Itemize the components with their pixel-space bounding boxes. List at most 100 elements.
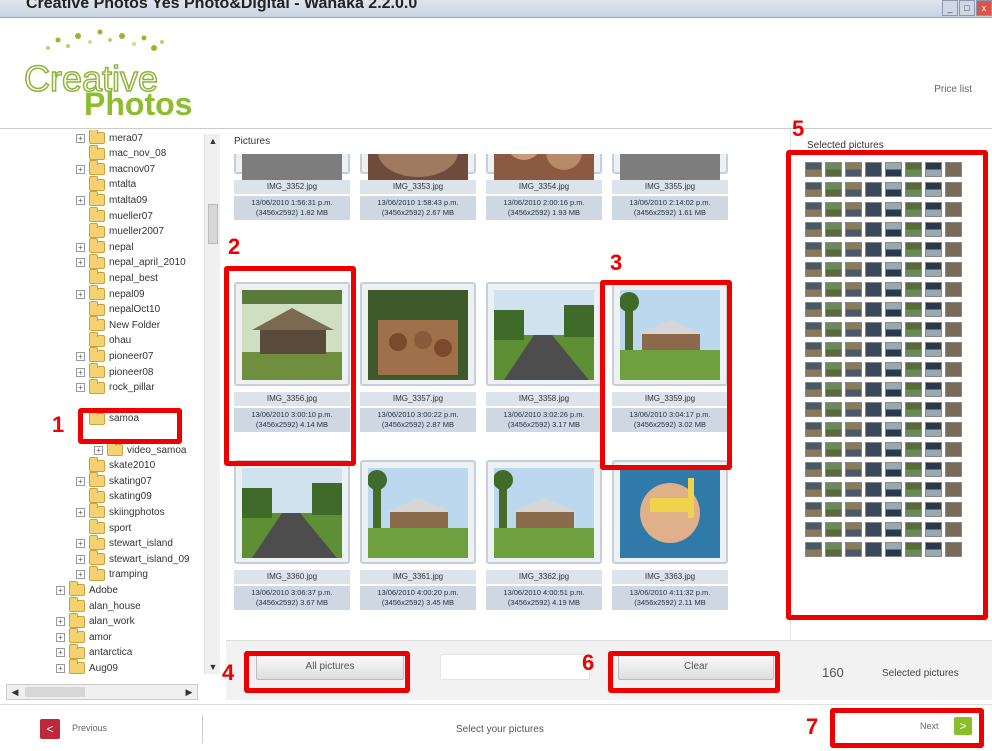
- plus-icon[interactable]: +: [76, 570, 85, 580]
- photo-frame[interactable]: [360, 154, 476, 192]
- price-list-link[interactable]: Price list: [934, 84, 972, 95]
- folder-icon: [89, 519, 105, 534]
- tree-item[interactable]: + mera07: [76, 130, 143, 146]
- tree-item[interactable]: + video_samoa: [94, 441, 187, 458]
- tree-item[interactable]: mueller07: [76, 207, 153, 224]
- tree-item[interactable]: mueller2007: [76, 222, 164, 240]
- tree-item[interactable]: + skating07: [76, 472, 152, 489]
- photo-thumbnail[interactable]: [620, 468, 720, 558]
- photo-thumbnail[interactable]: [242, 468, 342, 558]
- close-button[interactable]: x: [976, 0, 992, 16]
- photo-tile[interactable]: IMG_3357.jpg 13/06/2010 3:00:22 p.m. (3456…: [358, 272, 478, 442]
- photo-tile[interactable]: IMG_3362.jpg 13/06/2010 4:00:51 p.m. (3456…: [484, 450, 604, 620]
- folder-tree[interactable]: + mera07 mac_nov_08 + macnov07 mtalta + mtalta0…: [0, 130, 200, 678]
- tree-item[interactable]: + mtalta09: [76, 191, 147, 208]
- tree-vertical-scrollbar[interactable]: ▲ ▼: [204, 134, 220, 674]
- minimize-button[interactable]: _: [942, 0, 958, 16]
- photo-frame[interactable]: [360, 460, 476, 564]
- previous-button[interactable]: Previous: [72, 723, 107, 733]
- plus-icon[interactable]: +: [76, 289, 85, 299]
- tree-item[interactable]: + pioneer08: [76, 363, 154, 380]
- tree-item[interactable]: ohau: [76, 331, 131, 349]
- tree-item-label: rock_pillar: [109, 382, 155, 394]
- scroll-right-icon[interactable]: ▶: [182, 686, 196, 698]
- tree-item[interactable]: skating09: [76, 487, 152, 505]
- photo-frame[interactable]: [486, 154, 602, 192]
- scroll-up-icon[interactable]: ▲: [206, 134, 220, 148]
- plus-icon[interactable]: +: [76, 476, 85, 486]
- scroll-left-icon[interactable]: ◀: [8, 686, 22, 698]
- plus-icon[interactable]: +: [56, 585, 65, 595]
- tree-item[interactable]: + nepal: [76, 238, 133, 255]
- plus-icon[interactable]: +: [56, 617, 65, 627]
- plus-icon[interactable]: +: [76, 164, 85, 174]
- plus-icon[interactable]: +: [76, 195, 85, 205]
- plus-icon[interactable]: +: [76, 351, 85, 361]
- tree-item[interactable]: mtalta: [76, 175, 136, 193]
- photo-frame[interactable]: [234, 460, 350, 564]
- scroll-thumb[interactable]: [208, 204, 218, 244]
- tree-item[interactable]: + nepal09: [76, 285, 145, 302]
- plus-icon[interactable]: +: [76, 258, 85, 268]
- tree-item-label: tramping: [109, 569, 148, 581]
- photo-frame[interactable]: [486, 460, 602, 564]
- tree-item[interactable]: + alan_work: [56, 612, 135, 630]
- plus-icon[interactable]: +: [56, 648, 65, 658]
- photo-thumbnail[interactable]: [494, 290, 594, 380]
- plus-icon[interactable]: +: [76, 383, 85, 393]
- tree-item[interactable]: + stewart_island_09: [76, 550, 190, 567]
- photo-frame[interactable]: [486, 282, 602, 386]
- photo-tile[interactable]: IMG_3363.jpg 13/06/2010 4:11:32 p.m. (3456…: [610, 450, 730, 620]
- photo-frame[interactable]: [360, 282, 476, 386]
- folder-icon: [89, 331, 105, 347]
- tree-item[interactable]: mac_nov_08: [76, 144, 166, 162]
- chevron-left-icon[interactable]: <: [40, 719, 60, 739]
- maximize-button[interactable]: □: [959, 0, 975, 16]
- photo-filename: IMG_3360.jpg: [234, 570, 350, 584]
- tree-item-label: alan_house: [89, 600, 141, 612]
- photo-thumbnail[interactable]: [368, 290, 468, 380]
- tree-item[interactable]: + stewart_island: [76, 534, 173, 552]
- tree-item[interactable]: skate2010: [76, 456, 155, 474]
- photo-thumbnail[interactable]: [494, 468, 594, 558]
- tree-item[interactable]: nepalOct10: [76, 300, 160, 318]
- filter-field[interactable]: [440, 654, 590, 680]
- tree-item-label: video_samoa: [127, 444, 187, 456]
- tree-item[interactable]: + pioneer07: [76, 347, 153, 364]
- tree-item[interactable]: + Adobe: [56, 581, 118, 598]
- tree-item[interactable]: + rock_pillar: [76, 378, 155, 396]
- tree-horizontal-scrollbar[interactable]: ◀ ▶: [6, 684, 198, 700]
- photo-frame[interactable]: [612, 154, 728, 192]
- tree-item[interactable]: + antarctica: [56, 643, 132, 661]
- tree-item[interactable]: + Aug09: [56, 659, 118, 676]
- tree-item-label: pioneer08: [109, 366, 154, 378]
- tree-item[interactable]: + skiingphotos: [76, 503, 165, 520]
- tree-item[interactable]: sport: [76, 519, 131, 536]
- tree-item[interactable]: + tramping: [76, 565, 148, 583]
- plus-icon[interactable]: +: [76, 554, 85, 564]
- photo-tile[interactable]: IMG_3358.jpg 13/06/2010 3:02:26 p.m. (3456…: [484, 272, 604, 442]
- callout-number-2: 2: [228, 234, 241, 259]
- plus-icon[interactable]: +: [76, 539, 85, 549]
- tree-item[interactable]: + macnov07: [76, 160, 155, 177]
- photo-tile[interactable]: IMG_3360.jpg 13/06/2010 3:06:37 p.m. (3456…: [232, 450, 352, 620]
- tree-item[interactable]: + nepal_april_2010: [76, 253, 186, 271]
- plus-icon[interactable]: +: [94, 445, 103, 455]
- scroll-down-icon[interactable]: ▼: [206, 660, 220, 674]
- scroll-thumb[interactable]: [25, 687, 85, 697]
- tree-item[interactable]: New Folder: [76, 316, 160, 333]
- tree-item[interactable]: alan_house: [56, 597, 141, 614]
- callout-box-2: [224, 266, 356, 466]
- plus-icon[interactable]: +: [56, 632, 65, 642]
- plus-icon[interactable]: +: [76, 133, 85, 143]
- plus-icon[interactable]: +: [76, 367, 85, 377]
- tree-item[interactable]: + amor: [56, 628, 112, 645]
- photo-thumbnail[interactable]: [368, 468, 468, 558]
- plus-icon[interactable]: +: [76, 242, 85, 252]
- photo-frame[interactable]: [612, 460, 728, 564]
- photo-frame[interactable]: [234, 154, 350, 192]
- tree-item[interactable]: nepal_best: [76, 269, 158, 286]
- plus-icon[interactable]: +: [76, 507, 85, 517]
- plus-icon[interactable]: +: [56, 663, 65, 673]
- photo-tile[interactable]: IMG_3361.jpg 13/06/2010 4:00:20 p.m. (3456…: [358, 450, 478, 620]
